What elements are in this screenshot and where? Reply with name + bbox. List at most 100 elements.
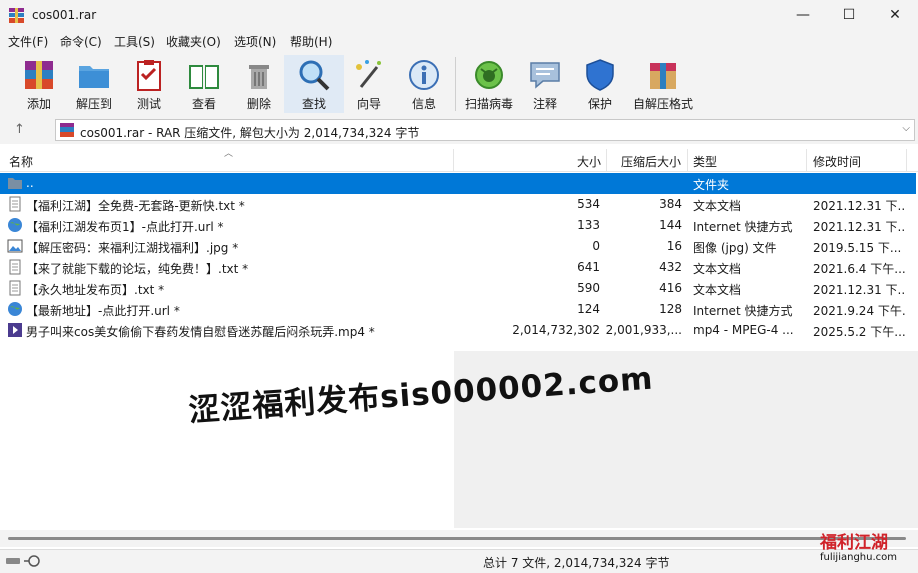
file-type: Internet 快捷方式 [693, 220, 793, 234]
table-row[interactable]: 【解压密码：来福利江湖找福利】.jpg * 0 16 图像 (jpg) 文件 2019.… [0, 236, 916, 257]
toolbar: 添加 解压到 测试 查看 删除 查找 向导 信息 扫描病毒 注释 保护 自解压格… [0, 51, 918, 117]
file-type: 文本文档 [693, 283, 742, 297]
sfx-label: 自解压格式 [632, 97, 693, 111]
maximize-button[interactable]: ☐ [826, 0, 872, 30]
address-field[interactable]: cos001.rar - RAR 压缩文件, 解包大小为 2,014,734,3… [55, 119, 915, 141]
column-packed-size[interactable]: 压缩后大小 [621, 153, 681, 170]
test-button[interactable]: 测试 [119, 55, 179, 113]
file-packed-size: 416 [659, 281, 682, 295]
add-archive-icon [25, 61, 53, 89]
sfx-button[interactable]: 自解压格式 [631, 55, 695, 113]
file-type: 文本文档 [693, 199, 742, 213]
file-size: 2,014,732,302 [512, 323, 600, 337]
protect-label: 保护 [587, 97, 612, 111]
table-row[interactable]: 【福利江湖】全免费-无套路-更新快.txt * 534 384 文本文档 2021.12… [0, 194, 916, 215]
video-file-icon [7, 322, 23, 338]
file-name: 男子叫来cos美女偷偷下春药发情自慰昏迷苏醒后闷杀玩弄.mp4 * [26, 325, 375, 339]
menu-tools[interactable]: 工具(S) [114, 33, 155, 50]
comment-icon [530, 62, 560, 89]
sfx-box-icon [650, 63, 676, 89]
menu-file[interactable]: 文件(F) [8, 33, 48, 50]
virus-scan-button[interactable]: 扫描病毒 [459, 55, 519, 113]
file-packed-size: 16 [666, 239, 682, 253]
file-type: 文件夹 [693, 178, 730, 192]
internet-shortcut-icon [7, 217, 23, 233]
protect-button[interactable]: 保护 [570, 55, 630, 113]
file-modified: 2021.12.31 下... [813, 199, 905, 213]
extract-folder-icon [79, 66, 109, 88]
horizontal-scrollbar[interactable] [0, 530, 918, 547]
winrar-app-icon [9, 8, 24, 23]
file-size: 534 [577, 197, 600, 211]
menu-options[interactable]: 选项(N) [234, 33, 276, 50]
info-button[interactable]: 信息 [394, 55, 454, 113]
file-size: 0 [592, 239, 600, 253]
toolbar-separator [455, 57, 456, 111]
chevron-down-icon[interactable]: ⌵ [902, 123, 910, 134]
status-text: 总计 7 文件, 2,014,734,324 字节 [483, 556, 670, 570]
menu-help[interactable]: 帮助(H) [290, 33, 332, 50]
rar-archive-icon [60, 123, 74, 137]
column-divider [453, 149, 454, 171]
text-file-icon [7, 196, 23, 212]
shield-icon [586, 59, 614, 91]
table-row[interactable]: 【来了就能下载的论坛，纯免费！】.txt * 641 432 文本文档 2021.6.4… [0, 257, 916, 278]
wizard-button[interactable]: 向导 [339, 55, 399, 113]
table-row[interactable]: 【最新地址】-点此打开.url * 124 128 Internet 快捷方式 2021… [0, 299, 916, 320]
status-bar: 总计 7 文件, 2,014,734,324 字节 [0, 549, 918, 573]
file-name: 【福利江湖发布页1】-点此打开.url * [26, 220, 224, 234]
up-folder-button[interactable]: ↑ [14, 122, 25, 137]
scrollbar-thumb[interactable] [8, 537, 906, 540]
file-modified: 2021.12.31 下... [813, 220, 905, 234]
column-type[interactable]: 类型 [693, 153, 717, 170]
file-packed-size: 2,001,933,... [605, 323, 682, 337]
find-button[interactable]: 查找 [284, 55, 344, 113]
file-size: 124 [577, 302, 600, 316]
menu-favorites[interactable]: 收藏夹(O) [166, 33, 221, 50]
minimize-button[interactable]: — [780, 0, 826, 30]
column-divider [806, 149, 807, 171]
delete-label: 删除 [246, 97, 271, 111]
image-file-icon [7, 238, 23, 254]
table-row[interactable]: 【福利江湖发布页1】-点此打开.url * 133 144 Internet 快捷方式… [0, 215, 916, 236]
extract-to-label: 解压到 [75, 97, 112, 111]
info-label: 信息 [411, 97, 436, 111]
window-title: cos001.rar [32, 8, 97, 22]
file-modified: 2021.12.31 下... [813, 283, 905, 297]
test-clipboard-icon [137, 60, 161, 91]
file-modified: 2021.9.24 下午... [813, 304, 905, 318]
internet-shortcut-icon [7, 301, 23, 317]
comment-button[interactable]: 注释 [515, 55, 575, 113]
close-button[interactable]: ✕ [872, 0, 918, 30]
column-divider [687, 149, 688, 171]
table-row[interactable]: 【永久地址发布页】.txt * 590 416 文本文档 2021.12.31 下... [0, 278, 916, 299]
extract-to-button[interactable]: 解压到 [64, 55, 124, 113]
wizard-wand-icon [356, 60, 381, 88]
view-button[interactable]: 查看 [174, 55, 234, 113]
logo-chinese-text: 福利江湖 [820, 533, 888, 553]
table-row[interactable]: .. 文件夹 [0, 173, 916, 194]
column-modified[interactable]: 修改时间 [813, 153, 861, 170]
column-size[interactable]: 大小 [577, 153, 601, 170]
file-packed-size: 432 [659, 260, 682, 274]
trash-can-icon [249, 65, 269, 89]
column-name[interactable]: 名称 [9, 153, 33, 170]
menu-command[interactable]: 命令(C) [60, 33, 102, 50]
logo-url-text: fulijianghu.com [820, 552, 897, 563]
delete-button[interactable]: 删除 [229, 55, 289, 113]
virus-scan-label: 扫描病毒 [464, 97, 513, 111]
find-label: 查找 [301, 97, 326, 111]
site-logo: 福利江湖 fulijianghu.com [818, 528, 910, 568]
file-size: 590 [577, 281, 600, 295]
file-type: 图像 (jpg) 文件 [693, 241, 777, 255]
test-label: 测试 [136, 97, 161, 111]
column-header: ︿ 名称 大小 压缩后大小 类型 修改时间 [0, 149, 918, 172]
column-divider [906, 149, 907, 171]
add-button[interactable]: 添加 [9, 55, 69, 113]
table-row[interactable]: 男子叫来cos美女偷偷下春药发情自慰昏迷苏醒后闷杀玩弄.mp4 * 2,014,7… [0, 320, 916, 341]
file-size: 641 [577, 260, 600, 274]
comment-label: 注释 [532, 97, 557, 111]
menu-bar: 文件(F) 命令(C) 工具(S) 收藏夹(O) 选项(N) 帮助(H) [0, 30, 918, 51]
file-packed-size: 128 [659, 302, 682, 316]
file-name: 【最新地址】-点此打开.url * [26, 304, 180, 318]
